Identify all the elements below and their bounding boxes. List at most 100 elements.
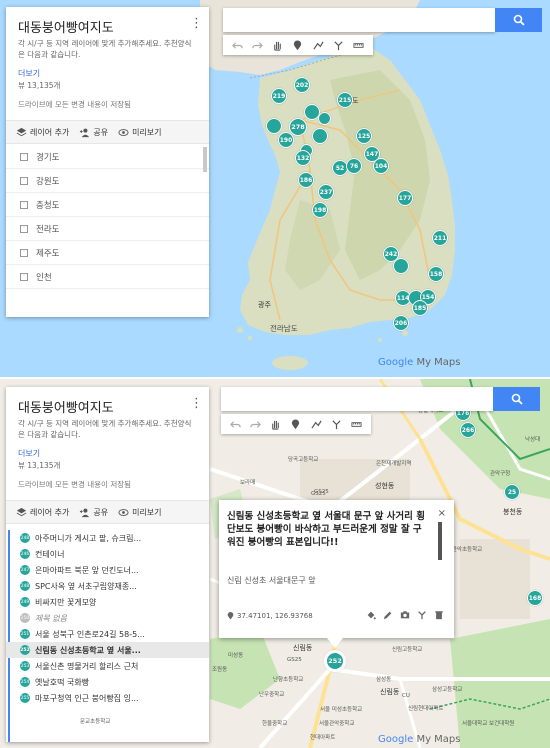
map-marker[interactable]: 237 xyxy=(318,184,334,200)
search-input[interactable] xyxy=(223,8,495,32)
list-item[interactable]: 255 마포구청역 인근 붕어빵집 잉... xyxy=(6,690,209,706)
draw-line-icon[interactable] xyxy=(312,39,324,51)
ruler-icon[interactable] xyxy=(351,418,363,430)
style-paint-icon[interactable] xyxy=(366,610,376,620)
popup-actions xyxy=(366,610,444,620)
directions-icon[interactable] xyxy=(333,39,345,51)
map-marker[interactable]: 76 xyxy=(346,158,362,174)
list-item[interactable]: 250 제목 없음 xyxy=(6,610,209,626)
map-marker[interactable]: 125 xyxy=(356,128,372,144)
layer-checkbox[interactable] xyxy=(20,176,28,185)
list-item[interactable]: 253 서울신촌 명물거리 할리스 근처 xyxy=(6,658,209,674)
layer-row[interactable]: 제주도 xyxy=(6,241,209,265)
redo-icon[interactable] xyxy=(249,418,261,430)
preview-button[interactable]: 미리보기 xyxy=(118,127,162,138)
map-marker[interactable]: 104 xyxy=(373,158,389,174)
list-item[interactable]: 248 아주머니가 게시고 팥, 슈크림... xyxy=(6,530,209,546)
map-marker[interactable]: 206 xyxy=(393,315,409,331)
map-title[interactable]: 대동붕어빵여지도 xyxy=(18,397,114,416)
share-button[interactable]: 공유 xyxy=(79,507,108,518)
map-marker[interactable]: 158 xyxy=(428,266,444,282)
list-item-selected[interactable]: 252 신림동 신성초등학교 옆 서울... xyxy=(6,642,209,658)
layer-row[interactable]: 강원도 xyxy=(6,169,209,193)
map-marker[interactable] xyxy=(393,258,409,274)
map-marker[interactable] xyxy=(266,118,282,134)
layer-row[interactable]: 경기도 xyxy=(6,145,209,169)
map-title[interactable]: 대동붕어빵여지도 xyxy=(18,17,114,36)
map-marker[interactable] xyxy=(318,112,331,125)
layer-checkbox[interactable] xyxy=(20,152,28,161)
hand-icon[interactable] xyxy=(272,39,284,51)
map-marker[interactable]: 185 xyxy=(412,300,428,316)
map-marker[interactable]: 186 xyxy=(298,172,314,188)
place-label: GS25 xyxy=(287,657,302,663)
search-input[interactable] xyxy=(221,387,493,411)
layer-row[interactable]: 전라도 xyxy=(6,217,209,241)
add-layer-button[interactable]: 레이어 추가 xyxy=(16,507,69,518)
add-person-icon xyxy=(80,508,90,517)
draw-line-icon[interactable] xyxy=(310,418,322,430)
list-item[interactable]: 248 SPC사옥 옆 서초구립양재종... xyxy=(6,578,209,594)
layer-checkbox[interactable] xyxy=(20,248,28,257)
directions-icon[interactable] xyxy=(331,418,343,430)
delete-trash-icon[interactable] xyxy=(434,610,444,620)
map-marker[interactable] xyxy=(312,128,328,144)
add-layer-button[interactable]: 레이어 추가 xyxy=(16,127,69,138)
marker-icon: 248 xyxy=(20,533,30,543)
add-marker-icon[interactable] xyxy=(292,39,304,51)
selected-map-marker[interactable]: 252 xyxy=(326,652,344,670)
map-marker[interactable]: 215 xyxy=(337,92,353,108)
share-button[interactable]: 공유 xyxy=(79,127,108,138)
layer-checkbox[interactable] xyxy=(20,200,28,209)
more-link[interactable]: 더보기 xyxy=(18,448,40,459)
map-description[interactable]: 각 시/구 등 지역 레이어에 맞게 추가해주세요. 추천양식은 다음과 같습니… xyxy=(18,418,198,440)
list-item[interactable]: 249 비싸지만 꽃게모양 xyxy=(6,594,209,610)
map-marker[interactable]: 190 xyxy=(278,132,294,148)
popup-title[interactable]: 신림동 신성초등학교 옆 서울대 문구 앞 사거리 횡단보도 붕어빵이 바삭하고… xyxy=(227,510,427,549)
place-label: 당곡고등학교 xyxy=(288,457,319,463)
redo-icon[interactable] xyxy=(251,39,263,51)
camera-icon[interactable] xyxy=(400,610,410,620)
list-item[interactable]: 246 컨테이너 xyxy=(6,546,209,562)
search-button[interactable] xyxy=(495,8,542,32)
layer-scrollbar[interactable] xyxy=(203,147,207,172)
map-marker[interactable]: 177 xyxy=(397,190,413,206)
layer-row[interactable]: 충청도 xyxy=(6,193,209,217)
layer-checkbox[interactable] xyxy=(20,272,28,281)
add-marker-icon[interactable] xyxy=(290,418,302,430)
more-options-icon[interactable]: ⋮ xyxy=(190,17,203,30)
undo-icon[interactable] xyxy=(229,418,241,430)
popup-address[interactable]: 신림 신성초 서울대문구 앞 xyxy=(227,575,316,586)
map-marker[interactable]: 202 xyxy=(294,77,310,93)
map-marker[interactable]: 278 xyxy=(289,118,307,136)
map-description[interactable]: 각 시/구 등 지역 레이어에 맞게 추가해주세요. 추천양식은 다음과 같습니… xyxy=(18,38,198,60)
ruler-icon[interactable] xyxy=(353,39,365,51)
list-item[interactable]: 254 옛날호떡 국화빵 xyxy=(6,674,209,690)
map-marker[interactable]: 198 xyxy=(312,202,328,218)
map-marker[interactable]: 25 xyxy=(504,484,520,500)
preview-button[interactable]: 미리보기 xyxy=(118,507,162,518)
share-label: 공유 xyxy=(93,127,109,137)
more-link[interactable]: 더보기 xyxy=(18,68,40,79)
edit-pencil-icon[interactable] xyxy=(383,610,393,620)
popup-scrollbar[interactable] xyxy=(438,522,442,560)
layer-row[interactable]: 인천 xyxy=(6,265,209,289)
map-pane-overview[interactable]: 219 202 215 278 190 125 147 52 76 104 18… xyxy=(0,0,550,377)
item-label: 서울 성북구 인촌로24길 58-5... xyxy=(35,629,145,639)
directions-icon[interactable] xyxy=(417,610,427,620)
layers-icon xyxy=(16,127,27,136)
map-marker[interactable]: 219 xyxy=(271,88,287,104)
search-button[interactable] xyxy=(493,387,540,411)
map-marker[interactable]: 168 xyxy=(527,590,543,606)
layer-checkbox[interactable] xyxy=(20,224,28,233)
marker-icon: 251 xyxy=(20,629,30,639)
list-item[interactable]: 251 서울 성북구 인촌로24길 58-5... xyxy=(6,626,209,642)
map-marker[interactable]: 132 xyxy=(295,150,311,166)
undo-icon[interactable] xyxy=(231,39,243,51)
list-item[interactable]: 247 은마아파트 북문 앞 던킨도너... xyxy=(6,562,209,578)
close-icon[interactable]: × xyxy=(438,508,446,519)
map-marker[interactable]: 211 xyxy=(432,230,448,246)
more-options-icon[interactable]: ⋮ xyxy=(190,397,203,410)
hand-icon[interactable] xyxy=(270,418,282,430)
map-marker[interactable]: 266 xyxy=(460,422,476,438)
